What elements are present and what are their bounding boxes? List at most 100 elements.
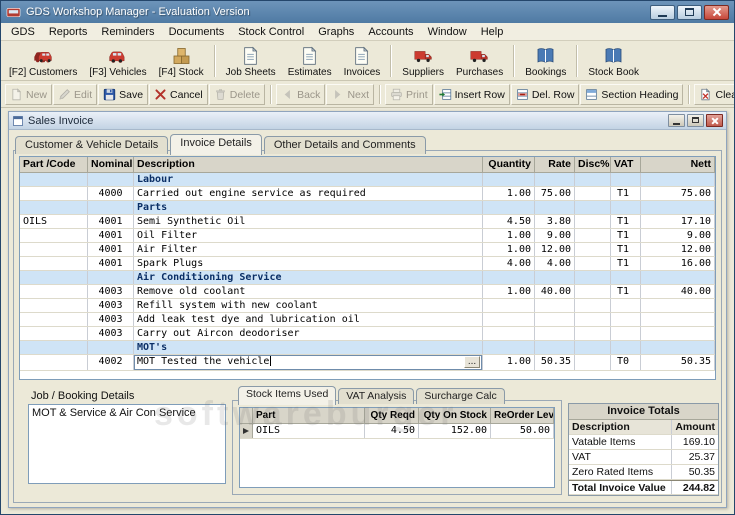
- cell-vat: [611, 271, 641, 284]
- f2-customers-button[interactable]: [F2] Customers: [3, 43, 83, 80]
- new-label: New: [26, 89, 47, 101]
- invoice-row[interactable]: 4001Oil Filter1.009.00T19.00: [20, 229, 715, 243]
- menu-graphs[interactable]: Graphs: [311, 24, 361, 40]
- cell-nett: [641, 299, 715, 312]
- cell-disc: [575, 257, 611, 270]
- cell-rate: [535, 299, 575, 312]
- menu-stock-control[interactable]: Stock Control: [231, 24, 311, 40]
- cell-quantity: 1.00: [483, 187, 535, 200]
- insert-row-icon: [439, 88, 452, 101]
- cell-disc: [575, 187, 611, 200]
- cell-rate: 9.00: [535, 229, 575, 242]
- cell-nett: 16.00: [641, 257, 715, 270]
- cell-part: [20, 285, 88, 298]
- cell-description: Add leak test dye and lubrication oil: [134, 313, 483, 326]
- menu-window[interactable]: Window: [421, 24, 474, 40]
- tab-invoice-details[interactable]: Invoice Details: [170, 134, 262, 155]
- form-icon: [12, 115, 24, 127]
- maximize-button[interactable]: [677, 5, 702, 20]
- section-heading-row[interactable]: Air Conditioning Service: [20, 271, 715, 285]
- cell-part: [20, 201, 88, 214]
- close-icon: [707, 115, 722, 126]
- cell-disc: [575, 327, 611, 340]
- section-heading-label: Section Heading: [601, 89, 678, 101]
- job-booking-textarea[interactable]: MOT & Service & Air Con Service: [28, 404, 226, 484]
- close-button[interactable]: [704, 5, 729, 20]
- menu-gds[interactable]: GDS: [4, 24, 42, 40]
- description-ellipsis-button[interactable]: ...: [464, 356, 480, 368]
- job-booking-label: Job / Booking Details: [31, 390, 134, 402]
- tab-other-details-and-comments[interactable]: Other Details and Comments: [264, 136, 426, 154]
- invoice-row[interactable]: 4001Air Filter1.0012.00T112.00: [20, 243, 715, 257]
- cell-disc: [575, 215, 611, 228]
- purchases-button[interactable]: Purchases: [450, 43, 509, 80]
- invoice-row[interactable]: OILS4001Semi Synthetic Oil4.503.80T117.1…: [20, 215, 715, 229]
- clear-invoice-button[interactable]: Clear Invoice: [694, 84, 735, 105]
- child-close-button[interactable]: [706, 114, 723, 127]
- cell-part: [20, 341, 88, 354]
- save-button[interactable]: Save: [98, 84, 148, 105]
- cell-nominal: 4000: [88, 187, 134, 200]
- job-sheets-button[interactable]: Job Sheets: [220, 43, 282, 80]
- tab-stock-items-used[interactable]: Stock Items Used: [238, 386, 336, 405]
- invoice-grid-header: Part /CodeNominalDescriptionQuantityRate…: [20, 157, 715, 173]
- suppliers-button[interactable]: Suppliers: [396, 43, 450, 80]
- section-heading-row[interactable]: Parts: [20, 201, 715, 215]
- back-button[interactable]: Back: [276, 84, 325, 105]
- cell-description: Air Conditioning Service: [134, 271, 483, 284]
- invoice-row[interactable]: 4002MOT Tested the vehicle...1.0050.35T0…: [20, 355, 715, 371]
- cell-nett: [641, 201, 715, 214]
- insert-row-button[interactable]: Insert Row: [434, 84, 510, 105]
- back-label: Back: [297, 89, 320, 101]
- invoice-row[interactable]: 4001Spark Plugs4.004.00T116.00: [20, 257, 715, 271]
- section-heading-row[interactable]: MOT's: [20, 341, 715, 355]
- menu-help[interactable]: Help: [474, 24, 511, 40]
- menu-documents[interactable]: Documents: [162, 24, 232, 40]
- stock-book-button[interactable]: Stock Book: [582, 43, 645, 80]
- f4-stock-button[interactable]: [F4] Stock: [153, 43, 210, 80]
- menu-accounts[interactable]: Accounts: [361, 24, 420, 40]
- child-maximize-button[interactable]: [687, 114, 704, 127]
- cell-description: Spark Plugs: [134, 257, 483, 270]
- tab-vat-analysis[interactable]: VAT Analysis: [338, 388, 414, 404]
- stock-row[interactable]: OILS4.50152.0050.00: [240, 424, 554, 439]
- invoice-row[interactable]: 4003Remove old coolant1.0040.00T140.00: [20, 285, 715, 299]
- cell-vat: T1: [611, 229, 641, 242]
- window-title: GDS Workshop Manager - Evaluation Versio…: [26, 6, 250, 18]
- section-heading-button[interactable]: Section Heading: [580, 84, 683, 105]
- invoice-row[interactable]: 4003Refill system with new coolant: [20, 299, 715, 313]
- cell-vat: T1: [611, 257, 641, 270]
- tab-customer-vehicle-details[interactable]: Customer & Vehicle Details: [15, 136, 168, 154]
- column-header-vat: VAT: [611, 157, 641, 173]
- new-button[interactable]: New: [5, 84, 52, 105]
- delete-button[interactable]: Delete: [209, 84, 265, 105]
- print-button[interactable]: Print: [385, 84, 433, 105]
- cell-quantity: [483, 201, 535, 214]
- f3-vehicles-button[interactable]: [F3] Vehicles: [83, 43, 152, 80]
- minimize-button[interactable]: [650, 5, 675, 20]
- invoice-row[interactable]: 4003Carry out Aircon deodoriser: [20, 327, 715, 341]
- cell-description: Oil Filter: [134, 229, 483, 242]
- section-heading-row[interactable]: Labour: [20, 173, 715, 187]
- child-minimize-button[interactable]: [668, 114, 685, 127]
- cancel-button[interactable]: Cancel: [149, 84, 208, 105]
- del-row-label: Del. Row: [532, 89, 575, 101]
- menu-reports[interactable]: Reports: [42, 24, 95, 40]
- del-row-button[interactable]: Del. Row: [511, 84, 580, 105]
- menu-reminders[interactable]: Reminders: [94, 24, 161, 40]
- cell-description: Labour: [134, 173, 483, 186]
- tab-surcharge-calc[interactable]: Surcharge Calc: [416, 388, 504, 404]
- f2-customers-label: [F2] Customers: [9, 67, 77, 78]
- delete-row-icon: [516, 88, 529, 101]
- invoice-row[interactable]: 4000Carried out engine service as requir…: [20, 187, 715, 201]
- invoice-row[interactable]: 4003Add leak test dye and lubrication oi…: [20, 313, 715, 327]
- invoices-button[interactable]: Invoices: [338, 43, 387, 80]
- cell-vat: [611, 313, 641, 326]
- edit-button[interactable]: Edit: [53, 84, 97, 105]
- bookings-button[interactable]: Bookings: [519, 43, 572, 80]
- totals-amount: 25.37: [672, 450, 718, 464]
- estimates-button[interactable]: Estimates: [282, 43, 338, 80]
- next-button[interactable]: Next: [326, 84, 374, 105]
- delete-label: Delete: [230, 89, 260, 101]
- suppliers-label: Suppliers: [402, 67, 444, 78]
